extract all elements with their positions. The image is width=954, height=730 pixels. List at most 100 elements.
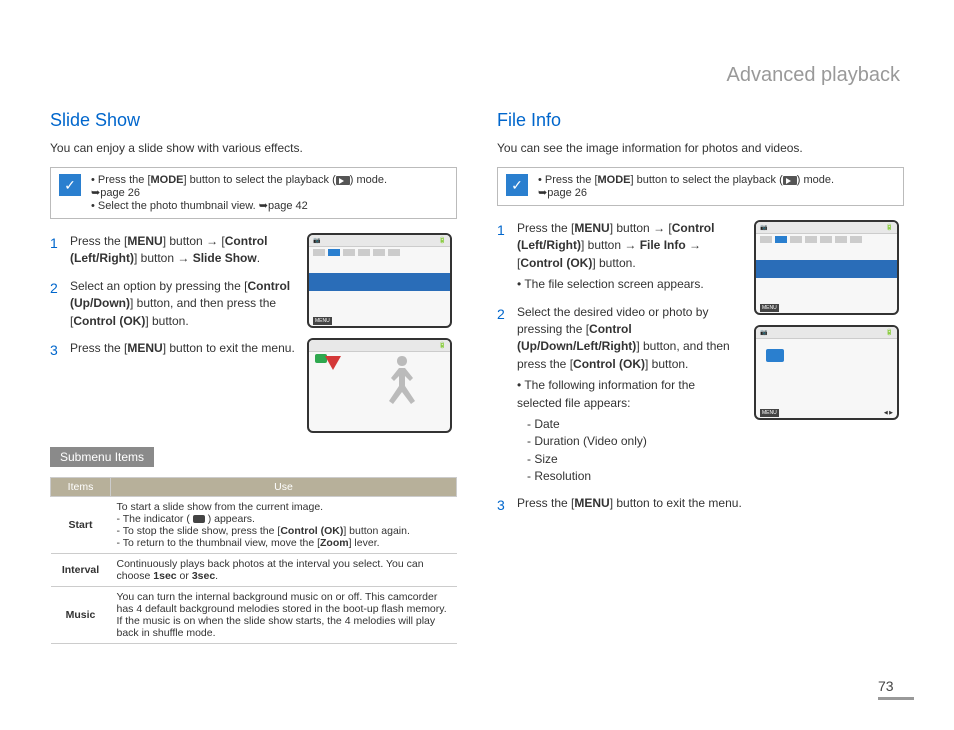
t: ] button to select the playback ( bbox=[184, 174, 336, 186]
selection-bar bbox=[309, 273, 450, 291]
check-icon: ✓ bbox=[506, 174, 528, 196]
screen-topbar: 📷🔋 bbox=[309, 235, 450, 247]
t: ] button → bbox=[581, 238, 640, 252]
notebox-list: Press the [MODE] button to select the pl… bbox=[91, 174, 387, 212]
menu-label: MENU bbox=[127, 234, 162, 248]
menu-tag: MENU bbox=[760, 409, 779, 417]
step-number: 1 bbox=[50, 233, 62, 268]
menu-tag: MENU bbox=[760, 304, 779, 312]
selection-bar bbox=[756, 260, 897, 278]
col-use: Use bbox=[111, 478, 457, 497]
list-item: Date bbox=[527, 416, 742, 433]
t: ] button → bbox=[134, 251, 193, 265]
screen-bottombar: MENU bbox=[309, 316, 450, 326]
page-number: 73 bbox=[878, 678, 914, 700]
t: To stop the slide show, press the [ bbox=[123, 525, 281, 537]
device-screen-menu: 📷🔋 MENU bbox=[307, 233, 452, 328]
t: The following information for the select… bbox=[517, 378, 695, 409]
step-2: 2 Select an option by pressing the [ Cont… bbox=[50, 278, 295, 330]
t: ) appears. bbox=[208, 513, 255, 525]
t: Press the [ bbox=[517, 221, 574, 235]
column-right: File Info You can see the image informat… bbox=[497, 110, 904, 644]
item-start: Start bbox=[51, 497, 111, 554]
target-label: Slide Show bbox=[193, 251, 257, 265]
step-number: 3 bbox=[497, 495, 509, 515]
t: ] button. bbox=[645, 357, 688, 371]
use-interval: Continuously plays back photos at the in… bbox=[111, 554, 457, 587]
notebox-line2: Select the photo thumbnail view. ➥page 4… bbox=[91, 199, 387, 212]
step-1: 1 Press the [MENU] button → [Control (Le… bbox=[50, 233, 295, 268]
screen-bottombar: MENU bbox=[756, 303, 897, 313]
info-list: Date Duration (Video only) Size Resoluti… bbox=[527, 416, 742, 486]
t: ] lever. bbox=[349, 537, 380, 549]
step-block-left: 1 Press the [MENU] button → [Control (Le… bbox=[50, 233, 457, 433]
list-item: Size bbox=[527, 451, 742, 468]
submenu-items-label: Submenu Items bbox=[50, 447, 154, 467]
step-1: 1 Press the [MENU] button → [Control (Le… bbox=[497, 220, 742, 294]
t: ] button to exit the menu. bbox=[610, 496, 742, 510]
mode-label: MODE bbox=[151, 174, 184, 186]
screen-topbar: 📷🔋 bbox=[756, 222, 897, 234]
dancer-silhouette-icon bbox=[372, 351, 432, 421]
t: ] button → [ bbox=[163, 234, 225, 248]
t: Select an option by pressing the [ bbox=[70, 279, 247, 293]
use-list: The indicator ( ) appears. To stop the s… bbox=[117, 513, 451, 549]
table-row: Music You can turn the internal backgrou… bbox=[51, 587, 457, 644]
step-3: 3 Press the [MENU] button to exit the me… bbox=[497, 495, 742, 515]
menu-label: MENU bbox=[574, 496, 609, 510]
device-screen-file-select: 📷🔋 MENU◀ ▶ bbox=[754, 325, 899, 420]
t: ) mode. bbox=[350, 174, 387, 186]
thumbnails-left: 📷🔋 MENU 🔋 bbox=[307, 233, 457, 433]
item-music: Music bbox=[51, 587, 111, 644]
table-row: Interval Continuously plays back photos … bbox=[51, 554, 457, 587]
thumbnails-right: 📷🔋 MENU 📷🔋 MENU◀ ▶ bbox=[754, 220, 904, 526]
list-item: The following information for the select… bbox=[517, 377, 742, 485]
device-screen-slideshow: 🔋 bbox=[307, 338, 452, 433]
step-body: Press the [MENU] button → [Control (Left… bbox=[70, 233, 295, 268]
step-number: 2 bbox=[497, 304, 509, 486]
step-body: Press the [MENU] button to exit the menu… bbox=[517, 495, 742, 515]
heading-file-info: File Info bbox=[497, 110, 904, 131]
t: To return to the thumbnail view, move th… bbox=[123, 537, 320, 549]
intro-slide-show: You can enjoy a slide show with various … bbox=[50, 141, 457, 155]
ok-label: Control (OK) bbox=[280, 525, 343, 537]
notebox-right: ✓ Press the [MODE] button to select the … bbox=[497, 167, 904, 206]
page-ref: ➥page 26 bbox=[91, 187, 140, 199]
step-block-right: 1 Press the [MENU] button → [Control (Le… bbox=[497, 220, 904, 526]
list-item: The file selection screen appears. bbox=[517, 276, 742, 293]
zoom-label: Zoom bbox=[320, 537, 349, 549]
submenu-table: Items Use Start To start a slide show fr… bbox=[50, 477, 457, 644]
t: . bbox=[215, 570, 218, 582]
notebox-left: ✓ Press the [MODE] button to select the … bbox=[50, 167, 457, 219]
column-left: Slide Show You can enjoy a slide show wi… bbox=[50, 110, 457, 644]
t: Press the [ bbox=[70, 234, 127, 248]
t: Press the [ bbox=[70, 341, 127, 355]
ok-label: Control (OK) bbox=[73, 314, 145, 328]
step-number: 1 bbox=[497, 220, 509, 294]
screen-menurow bbox=[309, 247, 450, 257]
list-item: Resolution bbox=[527, 468, 742, 485]
target-label: File Info bbox=[640, 238, 686, 252]
step-body: Press the [MENU] button → [Control (Left… bbox=[517, 220, 742, 294]
ok-label: Control (OK) bbox=[520, 256, 592, 270]
step-number: 2 bbox=[50, 278, 62, 330]
list-item: To stop the slide show, press the [Contr… bbox=[117, 525, 451, 537]
mode-label: MODE bbox=[598, 174, 631, 186]
col-items: Items bbox=[51, 478, 111, 497]
playback-icon bbox=[336, 176, 350, 185]
screen-bottombar: MENU◀ ▶ bbox=[756, 408, 897, 418]
folder-icon bbox=[766, 349, 784, 362]
table-row: Start To start a slide show from the cur… bbox=[51, 497, 457, 554]
use-music: You can turn the internal background mus… bbox=[111, 587, 457, 644]
list-item: To return to the thumbnail view, move th… bbox=[117, 537, 451, 549]
sub-list: The following information for the select… bbox=[517, 377, 742, 485]
t: Press the [ bbox=[98, 174, 151, 186]
item-interval: Interval bbox=[51, 554, 111, 587]
menu-label: MENU bbox=[127, 341, 162, 355]
t: ) mode. bbox=[797, 174, 834, 186]
t: ] button again. bbox=[343, 525, 410, 537]
page-ref: ➥page 26 bbox=[538, 187, 587, 199]
use-start: To start a slide show from the current i… bbox=[111, 497, 457, 554]
step-3: 3 Press the [MENU] button to exit the me… bbox=[50, 340, 295, 360]
device-screen-fileinfo-menu: 📷🔋 MENU bbox=[754, 220, 899, 315]
